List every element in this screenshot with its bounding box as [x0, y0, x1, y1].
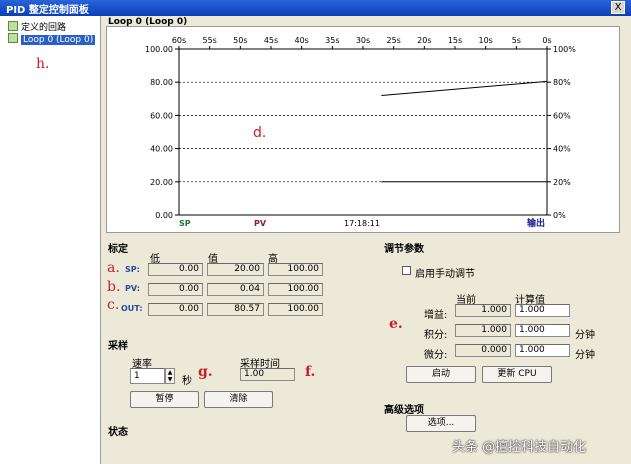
x-tick-label: 20s — [417, 36, 431, 45]
advanced-title: 高级选项 — [384, 405, 424, 416]
legend-pv: PV — [254, 219, 267, 228]
annotation-b: b. — [107, 279, 121, 295]
sp-label: SP: — [125, 265, 140, 274]
x-tick-label: 25s — [386, 36, 400, 45]
derivative-calc-field[interactable]: 1.000 — [515, 344, 570, 357]
params-title: 调节参数 — [384, 244, 424, 255]
x-tick-label: 30s — [356, 36, 370, 45]
derivative-unit: 分钟 — [575, 350, 595, 361]
annotation-a: a. — [107, 260, 120, 276]
pv-low-field: 0.00 — [148, 283, 203, 296]
watermark: 头条 @擅控科技自动化 — [452, 440, 587, 455]
out-value-field: 80.57 — [207, 303, 264, 316]
pv-label: PV: — [125, 284, 140, 293]
tree-root-label: 定义的回路 — [21, 23, 67, 33]
x-tick-label: 55s — [202, 36, 216, 45]
loop-icon — [8, 33, 18, 43]
y-tick-label-right: 20% — [553, 178, 571, 187]
derivative-label: 微分: — [424, 350, 448, 361]
gain-current-field: 1.000 — [455, 304, 511, 317]
tree-root[interactable]: 定义的回路 — [8, 20, 66, 33]
pv-value-field: 0.04 — [207, 283, 264, 296]
legend-time: 17:18:11 — [344, 219, 380, 228]
derivative-current-field: 0.000 — [455, 344, 511, 357]
y-tick-label: 0.00 — [155, 211, 173, 220]
x-tick-label: 50s — [233, 36, 247, 45]
window-title: PID 整定控制面板 — [6, 5, 89, 16]
y-tick-label: 100.00 — [145, 45, 173, 54]
y-tick-label: 60.00 — [150, 111, 173, 120]
y-tick-label: 20.00 — [150, 178, 173, 187]
scaling-title: 标定 — [108, 244, 128, 255]
folder-icon — [8, 21, 18, 31]
out-high-field: 100.00 — [268, 303, 323, 316]
gain-calc-field[interactable]: 1.000 — [515, 304, 570, 317]
annotation-g: g. — [198, 364, 213, 380]
title-bar: PID 整定控制面板 X — [0, 0, 631, 16]
x-tick-label: 60s — [172, 36, 186, 45]
sample-time-field: 1.00 — [240, 368, 295, 381]
sp-low-field: 0.00 — [148, 263, 203, 276]
pv-high-field: 100.00 — [268, 283, 323, 296]
update-cpu-button[interactable]: 更新 CPU — [482, 366, 552, 383]
y-tick-label-right: 80% — [553, 78, 571, 87]
x-tick-label: 0s — [542, 36, 551, 45]
x-tick-label: 15s — [448, 36, 462, 45]
tree-item-label: Loop 0 (Loop 0) — [21, 35, 96, 45]
plot-area — [178, 48, 548, 216]
annotation-h: h. — [36, 56, 50, 72]
rate-input[interactable]: 1 — [130, 368, 165, 384]
y-tick-label-right: 100% — [553, 45, 576, 54]
y-tick-label-right: 0% — [553, 211, 566, 220]
integral-current-field: 1.000 — [455, 324, 511, 337]
annotation-d: d. — [253, 125, 266, 141]
y-tick-label: 80.00 — [150, 78, 173, 87]
x-tick-label: 40s — [294, 36, 308, 45]
x-tick-label: 5s — [512, 36, 521, 45]
loop-tree: 定义的回路 Loop 0 (Loop 0) h. — [0, 16, 101, 464]
status-title: 状态 — [108, 427, 128, 438]
legend-out: 输出 — [527, 217, 545, 229]
out-label: OUT: — [121, 304, 143, 313]
y-tick-label: 40.00 — [150, 145, 173, 154]
start-button[interactable]: 启动 — [406, 366, 476, 383]
tree-item-loop0[interactable]: Loop 0 (Loop 0) — [8, 33, 96, 45]
annotation-e: e. — [389, 316, 403, 332]
close-button[interactable]: X — [611, 1, 625, 14]
x-tick-label: 45s — [264, 36, 278, 45]
x-tick-label: 35s — [325, 36, 339, 45]
sampling-title: 采样 — [108, 341, 128, 352]
legend-sp: SP — [179, 219, 191, 228]
pause-button[interactable]: 暂停 — [130, 391, 199, 408]
y-tick-label-right: 40% — [553, 145, 571, 154]
out-low-field: 0.00 — [148, 303, 203, 316]
y-tick-label-right: 60% — [553, 111, 571, 120]
manual-tuning-checkbox[interactable] — [402, 266, 411, 275]
sp-high-field: 100.00 — [268, 263, 323, 276]
clear-button[interactable]: 清除 — [204, 391, 273, 408]
manual-tuning-label: 启用手动调节 — [415, 269, 475, 280]
trend-chart: 100.00 100% 80.00 80% 60.00 60% 40.00 40% 20.00 2… — [106, 26, 620, 233]
integral-calc-field[interactable]: 1.000 — [515, 324, 570, 337]
gain-label: 增益: — [424, 310, 448, 321]
rate-unit: 秒 — [182, 376, 192, 387]
integral-unit: 分钟 — [575, 330, 595, 341]
integral-label: 积分: — [424, 330, 448, 341]
options-button[interactable]: 选项... — [406, 415, 476, 432]
annotation-c: c. — [107, 297, 120, 313]
annotation-f: f. — [305, 364, 316, 380]
rate-spinner[interactable]: ▲ ▼ — [165, 368, 175, 384]
x-tick-label: 10s — [478, 36, 492, 45]
sp-value-field: 20.00 — [207, 263, 264, 276]
chart-svg: 100.00 100% 80.00 80% 60.00 60% 40.00 40% 20.00 2… — [145, 36, 576, 229]
